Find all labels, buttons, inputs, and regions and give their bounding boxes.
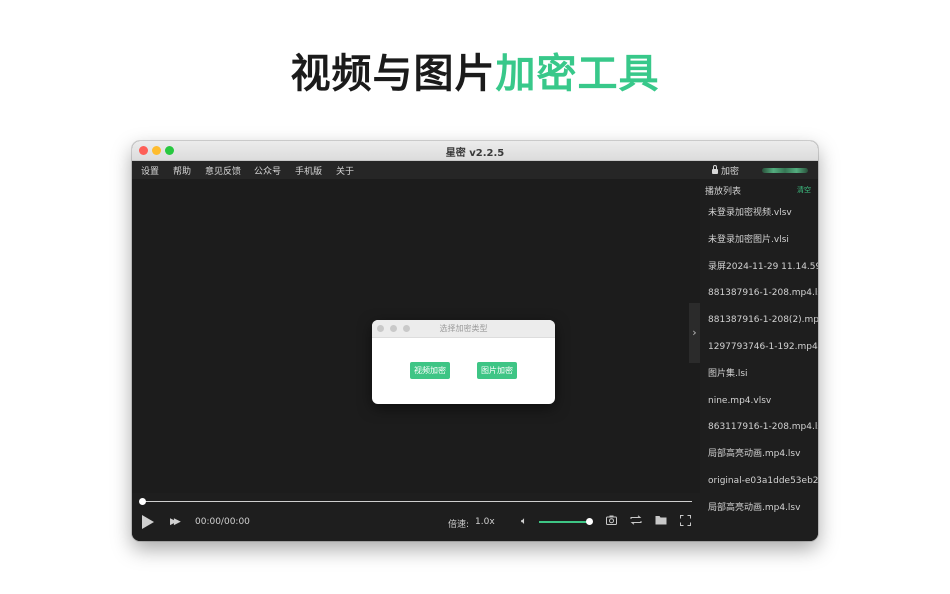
playlist-panel: 播放列表 清空 未登录加密视频.vlsv 未登录加密图片.vlsi 录屏2024… — [700, 179, 818, 541]
playlist-item[interactable]: nine.mp4.vlsv — [708, 388, 818, 415]
encrypt-type-dialog: 选择加密类型 视频加密 图片加密 — [372, 320, 555, 404]
player-controls: ▶▶ 00:00/00:00 倍速: 1.0x 🔈︎ — [132, 493, 700, 541]
window-title: 星密 v2.2.5 — [445, 148, 505, 159]
progress-knob[interactable] — [139, 498, 146, 505]
playlist-item[interactable]: 881387916-1-208.mp4.lsv — [708, 280, 818, 307]
playlist-item[interactable]: 未登录加密图片.vlsi — [708, 227, 818, 254]
playlist-clear-button[interactable]: 清空 — [797, 185, 811, 195]
screenshot-icon[interactable] — [606, 515, 617, 528]
folder-icon[interactable] — [655, 515, 667, 528]
hero-title: 视频与图片加密工具 — [0, 46, 950, 102]
playlist-collapse-handle[interactable]: › — [689, 303, 700, 363]
menu-item-about[interactable]: 关于 — [336, 164, 354, 177]
playlist-item[interactable]: 图片集.lsi — [708, 361, 818, 388]
playlist-item[interactable]: 1297793746-1-192.mp4.lsv — [708, 334, 818, 361]
playlist-item[interactable]: 局部高亮动画.mp4.lsv — [708, 495, 818, 522]
volume-slider[interactable] — [539, 521, 589, 523]
hero-title-green: 加密工具 — [495, 51, 660, 97]
hero-title-dark: 视频与图片 — [290, 51, 496, 97]
image-encrypt-button[interactable]: 图片加密 — [477, 362, 517, 379]
playlist-item[interactable]: 863117916-1-208.mp4.lsv — [708, 414, 818, 441]
volume-knob[interactable] — [586, 518, 593, 525]
volume-icon[interactable]: 🔈︎ — [521, 516, 527, 527]
progress-bar[interactable] — [142, 501, 692, 502]
speed-selector[interactable]: 1.0x — [475, 517, 495, 527]
encrypt-menu-button[interactable]: 加密 — [712, 164, 739, 177]
playlist-item[interactable]: 未登录加密视频.vlsv — [708, 200, 818, 227]
chevron-right-icon: › — [692, 326, 697, 339]
speed-label: 倍速: — [448, 520, 470, 530]
playlist-title: 播放列表 — [705, 187, 742, 197]
playlist-item[interactable]: 局部高亮动画.mp4.lsv — [708, 441, 818, 468]
menu-item-feedback[interactable]: 意见反馈 — [205, 164, 241, 177]
video-area[interactable]: 选择加密类型 视频加密 图片加密 — [132, 179, 690, 493]
fullscreen-icon[interactable] — [680, 515, 691, 529]
user-account-avatar[interactable] — [762, 168, 808, 173]
lock-icon — [712, 165, 718, 174]
menu-item-mobile[interactable]: 手机版 — [295, 164, 322, 177]
menu-item-help[interactable]: 帮助 — [173, 164, 191, 177]
time-display: 00:00/00:00 — [195, 517, 250, 527]
menu-item-settings[interactable]: 设置 — [141, 164, 159, 177]
window-titlebar: 星密 v2.2.5 — [132, 141, 818, 161]
playlist-item[interactable]: 录屏2024-11-29 11.14.59.mov.lsv — [708, 254, 818, 281]
menu-item-official-account[interactable]: 公众号 — [254, 164, 281, 177]
playlist-item[interactable]: 881387916-1-208(2).mp4.lsv — [708, 307, 818, 334]
dialog-titlebar: 选择加密类型 — [372, 320, 555, 338]
menu-bar: 设置 帮助 意见反馈 公众号 手机版 关于 加密 — [132, 161, 818, 179]
play-icon[interactable] — [142, 515, 154, 529]
playlist-item[interactable]: original-e03a1dde53eb2cb4.lsv — [708, 468, 818, 495]
fast-forward-icon[interactable]: ▶▶ — [170, 517, 181, 527]
playlist-list: 未登录加密视频.vlsv 未登录加密图片.vlsi 录屏2024-11-29 1… — [708, 200, 818, 522]
dialog-title: 选择加密类型 — [439, 324, 488, 333]
loop-icon[interactable] — [630, 515, 642, 528]
app-window: 星密 v2.2.5 设置 帮助 意见反馈 公众号 手机版 关于 加密 选择加密类… — [132, 141, 818, 541]
video-encrypt-button[interactable]: 视频加密 — [410, 362, 450, 379]
encrypt-label: 加密 — [721, 167, 740, 177]
